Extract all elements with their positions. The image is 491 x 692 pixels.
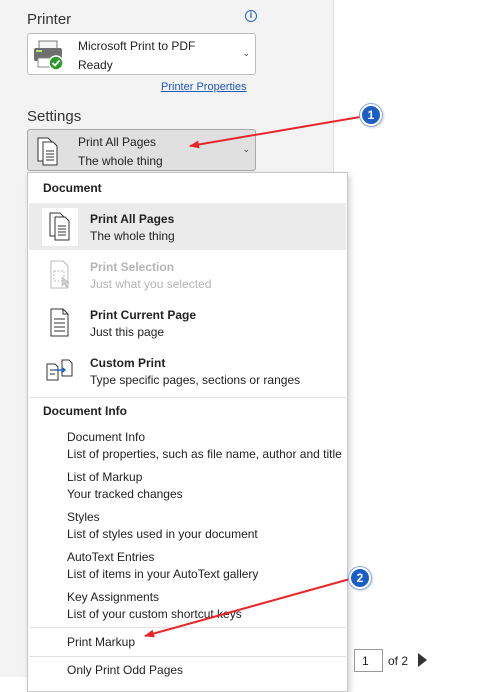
menu-item-title: Document Info [67, 430, 146, 444]
menu-item-styles[interactable]: Styles List of styles used in your docum… [29, 510, 346, 550]
printer-name: Microsoft Print to PDF [78, 39, 196, 53]
menu-item-title: Print Current Page [90, 308, 197, 322]
print-range-menu: Document Print All Pages The whole thing… [27, 172, 348, 692]
menu-item-desc: Your tracked changes [67, 487, 183, 501]
menu-item-list-of-markup[interactable]: List of Markup Your tracked changes [29, 470, 346, 510]
all-pages-icon [42, 208, 78, 246]
menu-item-desc: Just what you selected [90, 277, 212, 291]
printer-status: Ready [78, 58, 113, 72]
current-page-icon [50, 308, 69, 337]
printer-heading: Printer [27, 11, 72, 28]
printer-properties-link[interactable]: Printer Properties [161, 81, 247, 93]
menu-item-print-selection: Print Selection Just what you selected [29, 251, 346, 298]
menu-item-desc: List of styles used in your document [67, 527, 258, 541]
printer-dropdown[interactable]: Microsoft Print to PDF Ready ⌄ [27, 33, 256, 75]
menu-item-title: List of Markup [67, 470, 143, 484]
annotation-badge-2: 2 [349, 567, 371, 589]
menu-item-title: Key Assignments [67, 590, 160, 604]
all-pages-icon [37, 137, 58, 166]
menu-item-desc: Type specific pages, sections or ranges [90, 373, 301, 387]
document-group-heading: Document [43, 181, 102, 195]
menu-item-title: Print Markup [67, 635, 136, 649]
menu-item-odd-pages[interactable]: Only Print Odd Pages [29, 663, 346, 685]
menu-item-print-all-pages[interactable]: Print All Pages The whole thing [29, 203, 346, 250]
printer-icon [34, 40, 64, 71]
menu-item-title: AutoText Entries [67, 550, 155, 564]
menu-item-desc: List of items in your AutoText gallery [67, 567, 259, 581]
custom-print-icon [46, 359, 73, 381]
next-page-icon[interactable] [418, 653, 427, 667]
menu-item-print-current-page[interactable]: Print Current Page Just this page [29, 299, 346, 346]
page-number-input[interactable]: 1 [354, 649, 383, 672]
menu-item-title: Print Selection [90, 260, 175, 274]
selection-icon [50, 260, 70, 289]
settings-heading: Settings [27, 108, 82, 125]
chevron-down-icon: ⌄ [242, 144, 250, 154]
menu-item-title: Print All Pages [90, 212, 175, 226]
menu-divider [29, 656, 346, 657]
menu-divider [29, 397, 346, 398]
annotation-badge-1: 1 [360, 104, 382, 126]
menu-item-desc: List of your custom shortcut keys [67, 607, 242, 621]
menu-item-desc: List of properties, such as file name, a… [67, 447, 342, 461]
menu-item-title: Custom Print [90, 356, 166, 370]
menu-item-desc: The whole thing [90, 229, 175, 243]
menu-item-document-info[interactable]: Document Info List of properties, such a… [29, 430, 346, 470]
chevron-down-icon: ⌄ [242, 48, 250, 58]
selected-range-title: Print All Pages [78, 135, 157, 149]
menu-divider [29, 627, 346, 628]
menu-item-title: Only Print Odd Pages [67, 663, 184, 677]
selected-range-desc: The whole thing [78, 154, 163, 168]
menu-item-print-markup[interactable]: Print Markup [29, 635, 346, 657]
menu-item-key-assignments[interactable]: Key Assignments List of your custom shor… [29, 590, 346, 630]
info-icon[interactable]: i [245, 10, 257, 22]
print-range-dropdown[interactable]: Print All Pages The whole thing ⌄ [27, 129, 256, 171]
menu-item-title: Styles [67, 510, 100, 524]
menu-item-custom-print[interactable]: Custom Print Type specific pages, sectio… [29, 347, 346, 394]
menu-item-autotext-entries[interactable]: AutoText Entries List of items in your A… [29, 550, 346, 590]
menu-item-desc: Just this page [90, 325, 165, 339]
document-info-group-heading: Document Info [43, 404, 127, 418]
page-count: of 2 [388, 654, 409, 668]
